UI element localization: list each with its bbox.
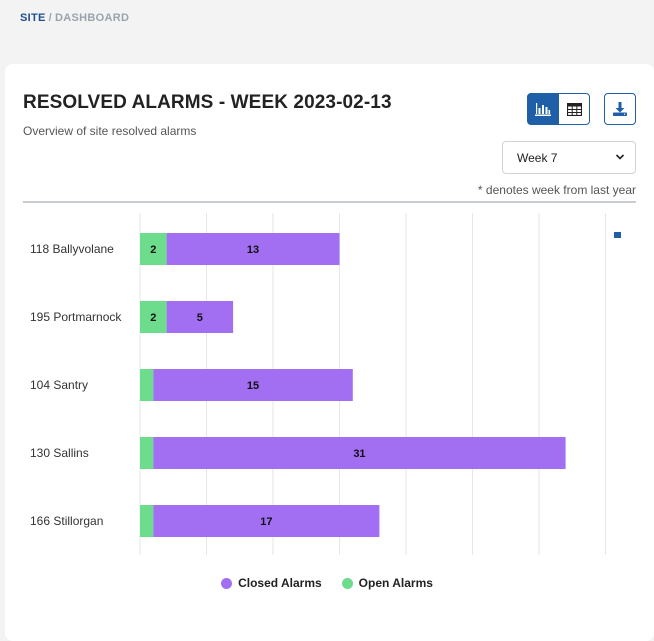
alarms-bar-chart: 118 Ballyvolane 2 13 195 Portmarnock 2 5 104 S… [30,213,606,555]
category-label: 118 Ballyvolane [30,242,114,256]
bar-open-alarms [140,505,154,537]
legend-swatch-closed [221,577,233,589]
legend-label-closed: Closed Alarms [238,576,322,590]
chart-legend: Closed Alarms Open Alarms [0,576,654,590]
bar-open-alarms [140,437,154,469]
legend-label-open: Open Alarms [358,576,433,590]
legend-marker [614,232,621,238]
data-label-closed: 13 [247,244,259,256]
category-label: 166 Stillorgan [30,514,103,528]
legend-item-closed[interactable]: Closed Alarms [221,576,322,590]
category-label: 130 Sallins [30,446,89,460]
bar-open-alarms [140,369,154,401]
data-label-closed: 15 [247,380,259,392]
data-label-open: 2 [150,312,156,324]
data-label-closed: 31 [353,448,365,460]
category-label: 195 Portmarnock [30,310,122,324]
data-label-open: 2 [150,244,156,256]
legend-item-open[interactable]: Open Alarms [341,576,433,590]
data-label-closed: 5 [197,312,203,324]
legend-swatch-open [341,577,353,589]
category-label: 104 Santry [30,378,88,392]
data-label-closed: 17 [260,516,272,528]
